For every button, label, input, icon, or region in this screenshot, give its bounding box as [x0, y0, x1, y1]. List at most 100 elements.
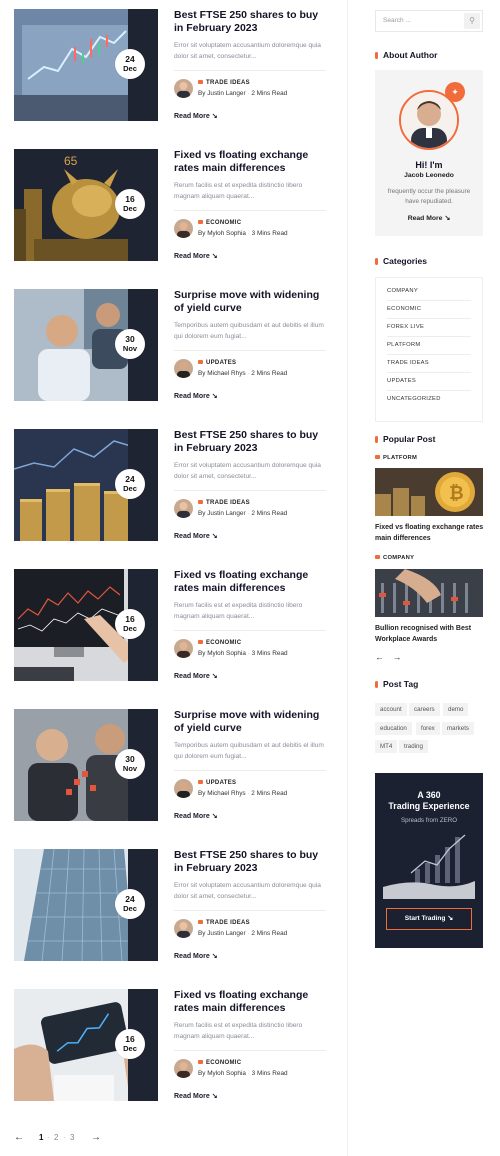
- tag-chip[interactable]: forex: [416, 722, 440, 735]
- post-author[interactable]: By Myloh Sophia: [198, 650, 246, 657]
- post-category[interactable]: ECONOMIC: [198, 220, 241, 226]
- post-card: 30 Nov Surprise move with widening of yie…: [14, 709, 326, 821]
- post-thumbnail[interactable]: 30 Nov: [14, 709, 158, 821]
- tag-chip[interactable]: markets: [442, 722, 475, 735]
- post-divider: [174, 350, 326, 351]
- post-category[interactable]: ECONOMIC: [198, 640, 241, 646]
- date-badge: 30 Nov: [115, 329, 145, 359]
- date-badge: 16 Dec: [115, 189, 145, 219]
- avatar: [174, 359, 193, 378]
- mixing-desk-image[interactable]: [375, 569, 483, 617]
- post-thumbnail[interactable]: 16 Dec: [14, 989, 158, 1101]
- post-author[interactable]: By Michael Rhys: [198, 370, 246, 377]
- promo-banner: A 360 Trading Experience Spreads from ZE…: [375, 773, 483, 948]
- post-read-time: 2 Mins Read: [251, 510, 288, 517]
- page-2[interactable]: 2: [54, 1133, 58, 1142]
- tag-chip[interactable]: education: [375, 722, 412, 735]
- post-author[interactable]: By Myloh Sophia: [198, 230, 246, 237]
- post-title[interactable]: Best FTSE 250 shares to buy in February …: [174, 429, 326, 455]
- post-excerpt: Temporibus autem quibusdam et aut debiti…: [174, 742, 324, 760]
- page-separator: ·: [63, 1133, 66, 1142]
- post-category[interactable]: ECONOMIC: [198, 1060, 241, 1066]
- author-name: Jacob Leonedo: [404, 172, 454, 179]
- popular-post-link[interactable]: Fixed vs floating exchange rates main di…: [375, 522, 485, 544]
- post-thumbnail[interactable]: 24 Dec: [14, 849, 158, 961]
- post-thumbnail[interactable]: 30 Nov: [14, 289, 158, 401]
- tag-chip[interactable]: trading: [399, 740, 428, 753]
- arrow-down-right-icon: ↘: [211, 393, 218, 400]
- post-thumbnail[interactable]: 16 Dec: [14, 569, 158, 681]
- category-item[interactable]: FOREX LIVE: [387, 324, 471, 337]
- category-item[interactable]: UPDATES: [387, 378, 471, 391]
- post-title[interactable]: Fixed vs floating exchange rates main di…: [174, 569, 326, 595]
- arrow-right-icon[interactable]: →: [393, 652, 402, 662]
- search-input[interactable]: Search ...: [383, 17, 411, 24]
- post-card: 24 Dec Best FTSE 250 shares to buy in Feb…: [14, 429, 326, 541]
- category-item[interactable]: PLATFORM: [387, 342, 471, 355]
- post-category[interactable]: TRADE IDEAS: [198, 80, 250, 86]
- tag-chip[interactable]: MT4: [375, 740, 398, 753]
- page-3[interactable]: 3: [70, 1133, 74, 1142]
- post-byline: By Myloh Sophia · 3 Mins Read: [198, 1070, 288, 1077]
- post-title[interactable]: Surprise move with widening of yield cur…: [174, 709, 326, 735]
- post-title[interactable]: Fixed vs floating exchange rates main di…: [174, 149, 326, 175]
- author-card: ✦ Hi! I'm Jacob Leonedo frequently occur…: [375, 70, 483, 236]
- category-item[interactable]: COMPANY: [387, 288, 471, 301]
- popular-category[interactable]: PLATFORM: [375, 455, 417, 461]
- post-thumbnail[interactable]: 65 16 Dec: [14, 149, 158, 261]
- tag-chip[interactable]: account: [375, 703, 407, 716]
- post-read-time: 2 Mins Read: [251, 790, 288, 797]
- share-icon[interactable]: ✦: [445, 82, 465, 102]
- arrow-left-icon[interactable]: ←: [375, 652, 384, 662]
- page-1[interactable]: 1: [39, 1133, 43, 1142]
- post-divider: [174, 630, 326, 631]
- category-item[interactable]: TRADE IDEAS: [387, 360, 471, 373]
- post-divider: [174, 1050, 326, 1051]
- read-more-link[interactable]: Read More ↘: [174, 532, 218, 540]
- post-thumbnail[interactable]: 24 Dec: [14, 429, 158, 541]
- post-author[interactable]: By Justin Langer: [198, 90, 246, 97]
- arrow-right-icon[interactable]: →: [91, 1132, 101, 1143]
- read-more-link[interactable]: Read More ↘: [174, 112, 218, 120]
- search-icon[interactable]: ⚲: [464, 13, 480, 29]
- post-category[interactable]: TRADE IDEAS: [198, 920, 250, 926]
- arrow-left-icon[interactable]: ←: [14, 1132, 24, 1143]
- popular-post-link[interactable]: Bullion recognised with Best Workplace A…: [375, 623, 485, 645]
- avatar: [174, 79, 193, 98]
- author-greeting: Hi! I'm: [415, 160, 443, 170]
- tag-chip[interactable]: careers: [409, 703, 440, 716]
- popular-post-title: Popular Post: [375, 434, 435, 444]
- read-more-link[interactable]: Read More ↘: [174, 812, 218, 820]
- popular-category[interactable]: COMPANY: [375, 555, 414, 561]
- post-author[interactable]: By Justin Langer: [198, 930, 246, 937]
- read-more-link[interactable]: Read More ↘: [174, 1092, 218, 1100]
- post-author[interactable]: By Justin Langer: [198, 510, 246, 517]
- date-badge: 30 Nov: [115, 749, 145, 779]
- read-more-link[interactable]: Read More ↘: [174, 672, 218, 680]
- post-thumbnail[interactable]: 24 Dec: [14, 9, 158, 121]
- pagination: ← 1 · 2 · 3 →: [14, 1132, 114, 1144]
- category-item[interactable]: UNCATEGORIZED: [387, 396, 471, 408]
- start-trading-button[interactable]: Start Trading ↘: [386, 908, 472, 930]
- post-title[interactable]: Best FTSE 250 shares to buy in February …: [174, 849, 326, 875]
- read-more-link[interactable]: Read More ↘: [174, 392, 218, 400]
- read-more-link[interactable]: Read More ↘: [174, 252, 218, 260]
- tag-chip[interactable]: demo: [443, 703, 469, 716]
- post-title[interactable]: Fixed vs floating exchange rates main di…: [174, 989, 326, 1015]
- post-title[interactable]: Surprise move with widening of yield cur…: [174, 289, 326, 315]
- page-separator: ·: [47, 1133, 50, 1142]
- post-category[interactable]: UPDATES: [198, 780, 236, 786]
- post-read-time: 2 Mins Read: [251, 930, 288, 937]
- author-read-more[interactable]: Read More ↘: [375, 214, 483, 222]
- post-category[interactable]: TRADE IDEAS: [198, 500, 250, 506]
- post-category[interactable]: UPDATES: [198, 360, 236, 366]
- post-author[interactable]: By Myloh Sophia: [198, 1070, 246, 1077]
- post-title[interactable]: Best FTSE 250 shares to buy in February …: [174, 9, 326, 35]
- read-more-link[interactable]: Read More ↘: [174, 952, 218, 960]
- post-byline: By Justin Langer · 2 Mins Read: [198, 90, 288, 97]
- bitcoin-image[interactable]: ₿: [375, 468, 483, 516]
- post-excerpt: Error sit voluptatem accusantium dolorem…: [174, 882, 321, 900]
- category-item[interactable]: ECONOMIC: [387, 306, 471, 319]
- post-author[interactable]: By Michael Rhys: [198, 790, 246, 797]
- post-card: 65 16 Dec Fixed vs floating exchange rate…: [14, 149, 326, 261]
